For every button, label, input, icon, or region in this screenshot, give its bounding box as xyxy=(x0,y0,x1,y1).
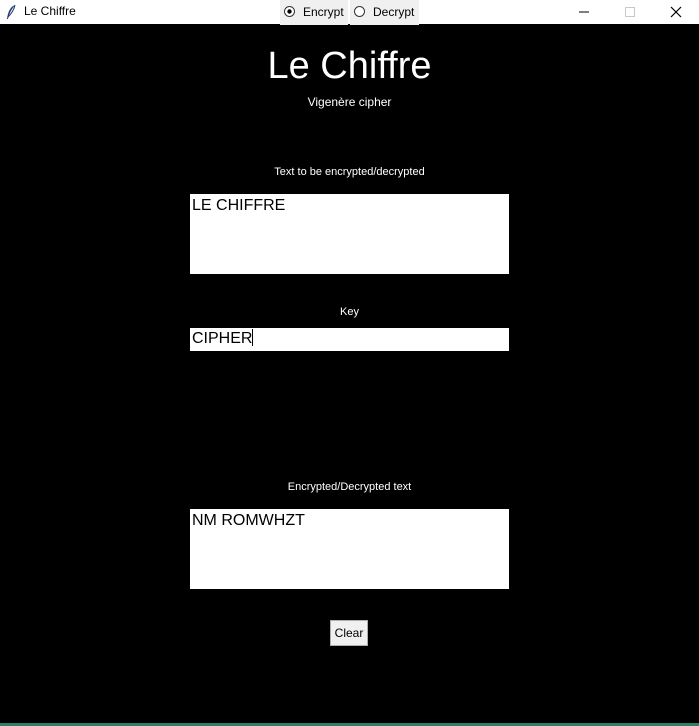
output-text-area[interactable]: NM ROMWHZT xyxy=(190,509,509,589)
text-caret xyxy=(252,329,254,346)
key-input[interactable]: CIPHER xyxy=(190,328,509,351)
encrypt-radio-label: Encrypt xyxy=(303,5,344,19)
decrypt-radio-label: Decrypt xyxy=(373,5,415,19)
feather-icon xyxy=(5,4,17,20)
radio-unselected-icon xyxy=(354,6,365,17)
app-window: Le Chiffre Le Chiffre Vigenère cipher Te… xyxy=(0,0,699,726)
encrypt-radio[interactable]: Encrypt xyxy=(280,0,348,25)
maximize-button[interactable] xyxy=(607,0,653,24)
key-label: Key xyxy=(340,306,359,318)
output-text-label: Encrypted/Decrypted text xyxy=(287,481,412,493)
clear-button[interactable]: Clear xyxy=(330,620,368,646)
minimize-icon xyxy=(579,11,589,13)
maximize-icon xyxy=(625,7,635,17)
radio-selected-icon xyxy=(284,6,295,17)
input-text-label: Text to be encrypted/decrypted xyxy=(274,166,425,178)
close-icon xyxy=(670,6,682,18)
app-title: Le Chiffre xyxy=(267,45,432,87)
input-text-area[interactable]: LE CHIFFRE xyxy=(190,194,509,274)
key-value: CIPHER xyxy=(192,330,253,347)
app-subtitle: Vigenère cipher xyxy=(307,95,392,109)
window-title: Le Chiffre xyxy=(24,4,76,18)
decrypt-radio[interactable]: Decrypt xyxy=(350,0,419,25)
close-button[interactable] xyxy=(653,0,699,24)
minimize-button[interactable] xyxy=(561,0,607,24)
